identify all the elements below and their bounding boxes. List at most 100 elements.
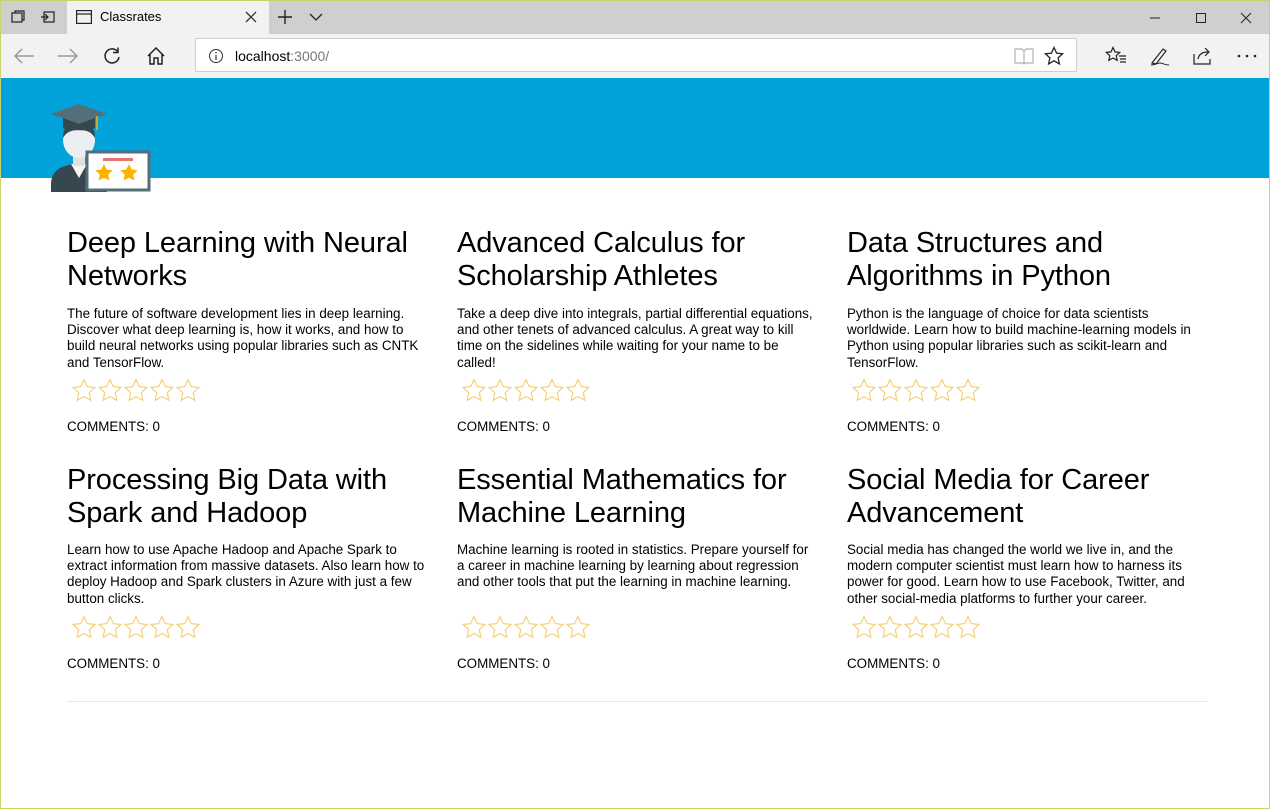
more-button[interactable] [1235, 44, 1259, 68]
rating-star-icon[interactable] [149, 615, 175, 641]
rating-star-icon[interactable] [97, 378, 123, 404]
course-description: Take a deep dive into integrals, partial… [457, 306, 813, 370]
rating-star-icon[interactable] [929, 378, 955, 404]
favorite-star-icon[interactable] [1044, 46, 1064, 66]
navigation-bar: localhost:3000/ [1, 34, 1269, 78]
rating-star-icon[interactable] [565, 615, 591, 641]
chevron-down-icon[interactable] [309, 11, 323, 23]
url-text: localhost:3000/ [235, 48, 329, 64]
course-title[interactable]: Advanced Calculus for Scholarship Athlet… [457, 227, 829, 293]
rating-star-icon[interactable] [123, 615, 149, 641]
title-bar: Classrates [1, 1, 1269, 34]
rating-star-icon[interactable] [903, 615, 929, 641]
comments-count[interactable]: COMMENTS: 0 [67, 419, 160, 434]
arrow-left-icon [13, 48, 34, 64]
content-divider [67, 701, 1207, 702]
comments-count[interactable]: COMMENTS: 0 [457, 419, 550, 434]
course-description: Machine learning is rooted in statistics… [457, 542, 809, 590]
star-rating[interactable] [461, 615, 591, 641]
url-port-path: :3000/ [290, 48, 330, 64]
rating-star-icon[interactable] [487, 615, 513, 641]
course-card: Advanced Calculus for Scholarship Athlet… [457, 227, 829, 457]
comments-count[interactable]: COMMENTS: 0 [847, 419, 940, 434]
rating-star-icon[interactable] [955, 615, 981, 641]
rating-star-icon[interactable] [851, 378, 877, 404]
minimize-icon [1150, 17, 1160, 18]
rating-star-icon[interactable] [175, 615, 201, 641]
rating-star-icon[interactable] [565, 378, 591, 404]
rating-star-icon[interactable] [513, 615, 539, 641]
browser-window: Classrates localhost:3000/ Deep Learning… [0, 0, 1270, 809]
web-note-button[interactable] [1148, 44, 1172, 68]
course-title[interactable]: Processing Big Data with Spark and Hadoo… [67, 464, 439, 530]
rating-star-icon[interactable] [175, 378, 201, 404]
reading-view-icon[interactable] [1014, 47, 1034, 65]
star-rating[interactable] [71, 615, 201, 641]
comments-count[interactable]: COMMENTS: 0 [457, 656, 550, 671]
rating-star-icon[interactable] [851, 615, 877, 641]
tab-title: Classrates [100, 9, 162, 24]
course-card: Deep Learning with Neural Networks The fu… [67, 227, 439, 457]
refresh-icon [104, 47, 120, 64]
maximize-icon [1196, 12, 1206, 23]
favorites-hub-button[interactable] [1104, 44, 1128, 68]
close-tab-icon[interactable] [244, 10, 258, 24]
rating-star-icon[interactable] [903, 378, 929, 404]
tab-actions-icon[interactable] [9, 8, 27, 26]
set-tabs-aside-icon[interactable] [39, 8, 57, 26]
tab-classrates[interactable]: Classrates [67, 1, 269, 34]
star-rating[interactable] [851, 378, 981, 404]
minimize-button[interactable] [1132, 1, 1178, 34]
rating-star-icon[interactable] [955, 378, 981, 404]
new-tab-icon[interactable] [277, 9, 293, 25]
rating-star-icon[interactable] [929, 615, 955, 641]
rating-star-icon[interactable] [71, 378, 97, 404]
maximize-button[interactable] [1178, 1, 1224, 34]
rating-star-icon[interactable] [149, 378, 175, 404]
course-title[interactable]: Essential Mathematics for Machine Learni… [457, 464, 829, 530]
course-card: Social Media for Career Advancement Socia… [847, 464, 1219, 694]
rating-star-icon[interactable] [539, 615, 565, 641]
classrates-logo-icon [51, 104, 151, 192]
course-title[interactable]: Deep Learning with Neural Networks [67, 227, 439, 293]
star-rating[interactable] [461, 378, 591, 404]
page-favicon-icon [76, 10, 92, 24]
share-icon [1193, 47, 1211, 65]
home-icon [147, 46, 165, 65]
rating-star-icon[interactable] [71, 615, 97, 641]
close-icon [1240, 12, 1252, 23]
comments-count[interactable]: COMMENTS: 0 [847, 656, 940, 671]
course-card: Processing Big Data with Spark and Hadoo… [67, 464, 439, 694]
rating-star-icon[interactable] [877, 615, 903, 641]
course-title[interactable]: Social Media for Career Advancement [847, 464, 1219, 530]
pen-icon [1150, 48, 1170, 66]
course-description: The future of software development lies … [67, 306, 419, 370]
forward-button[interactable] [56, 44, 80, 68]
url-host: localhost [235, 48, 291, 64]
ellipsis-icon [1237, 54, 1257, 58]
header-banner [1, 78, 1269, 192]
close-window-button[interactable] [1223, 1, 1269, 34]
rating-star-icon[interactable] [539, 378, 565, 404]
star-rating[interactable] [71, 378, 201, 404]
refresh-button[interactable] [100, 44, 124, 68]
favorites-list-icon [1105, 46, 1126, 63]
star-rating[interactable] [851, 615, 981, 641]
course-card: Essential Mathematics for Machine Learni… [457, 464, 829, 694]
rating-star-icon[interactable] [461, 615, 487, 641]
rating-star-icon[interactable] [97, 615, 123, 641]
rating-star-icon[interactable] [123, 378, 149, 404]
info-icon[interactable] [208, 48, 224, 64]
home-button[interactable] [144, 44, 168, 68]
rating-star-icon[interactable] [877, 378, 903, 404]
arrow-right-icon [58, 48, 79, 64]
share-button[interactable] [1191, 44, 1215, 68]
rating-star-icon[interactable] [487, 378, 513, 404]
comments-count[interactable]: COMMENTS: 0 [67, 656, 160, 671]
rating-star-icon[interactable] [513, 378, 539, 404]
back-button[interactable] [12, 44, 36, 68]
rating-star-icon[interactable] [461, 378, 487, 404]
course-title[interactable]: Data Structures and Algorithms in Python [847, 227, 1219, 293]
address-bar[interactable]: localhost:3000/ [195, 38, 1077, 72]
course-description: Social media has changed the world we li… [847, 542, 1185, 606]
